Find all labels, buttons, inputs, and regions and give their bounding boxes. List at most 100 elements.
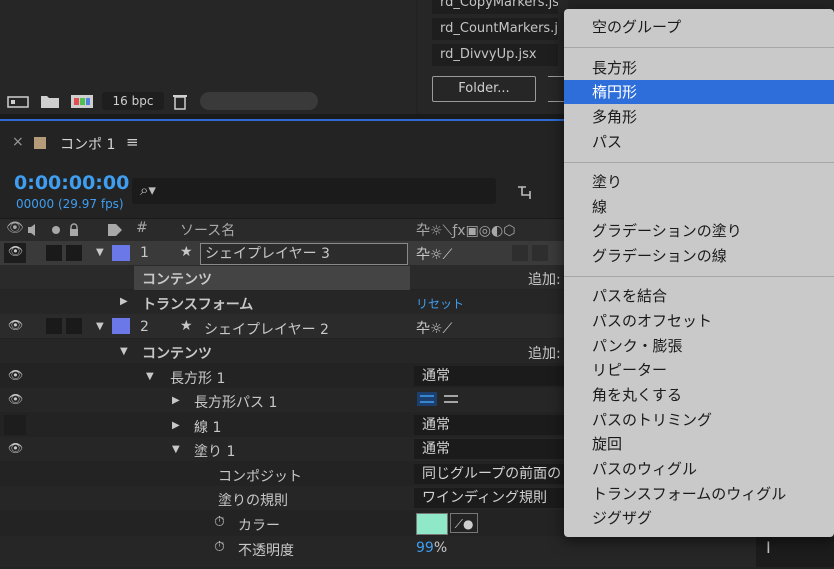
color-swatch[interactable]	[416, 513, 448, 535]
layer-name-input[interactable]: シェイプレイヤー 3	[200, 243, 408, 265]
visibility-toggle[interactable]	[4, 415, 26, 435]
switch-cell	[512, 245, 528, 261]
rectangle-path-label[interactable]: 長方形パス 1	[194, 392, 277, 412]
menu-item-gradient-fill[interactable]: グラデーションの塗り	[564, 219, 834, 243]
label-color[interactable]	[112, 245, 130, 261]
menu-item-twist[interactable]: 旋回	[564, 432, 834, 456]
menu-item-polygon[interactable]: 多角形	[564, 105, 834, 129]
menu-item-pucker-bloat[interactable]: パンク・膨張	[564, 334, 834, 358]
comp-tab-title[interactable]: コンポ 1	[60, 134, 115, 154]
bit-depth-badge[interactable]: 16 bpc	[102, 92, 164, 110]
label-icon	[108, 224, 122, 236]
collapse-arrow-icon[interactable]: ▶	[172, 395, 180, 406]
expand-arrow-icon[interactable]: ▼	[172, 444, 180, 455]
eye-icon[interactable]: 👁	[8, 368, 23, 382]
opacity-value[interactable]: 99%	[416, 540, 447, 556]
menu-item-ellipse[interactable]: 楕円形	[564, 80, 834, 104]
fill-rule-label: 塗りの規則	[218, 493, 288, 509]
opacity-number[interactable]: 99	[416, 540, 434, 556]
menu-item-round-corners[interactable]: 角を丸くする	[564, 383, 834, 407]
transform-label[interactable]: トランスフォーム	[142, 294, 253, 314]
blend-mode-dropdown[interactable]: 通常	[414, 415, 564, 435]
fill-rule-dropdown[interactable]: ワインディング規則	[414, 488, 564, 508]
solo-toggle[interactable]	[46, 318, 62, 334]
collapse-arrow-icon[interactable]: ▶	[120, 296, 128, 307]
search-icon: ⌕▾	[140, 181, 156, 199]
star-icon: ★	[180, 318, 193, 334]
menu-separator	[564, 276, 834, 277]
timecode[interactable]: 0:00:00:00	[14, 172, 129, 194]
audio-solo-lock-icons	[28, 223, 78, 236]
star-icon: ★	[180, 244, 193, 260]
blend-mode-dropdown[interactable]: 通常	[414, 439, 564, 459]
menu-item-merge-paths[interactable]: パスを結合	[564, 284, 834, 308]
menu-item-rectangle[interactable]: 長方形	[564, 56, 834, 80]
layer-name[interactable]: シェイプレイヤー 2	[204, 319, 329, 339]
script-item[interactable]: rd_DivvyUp.jsx	[432, 44, 558, 66]
new-folder-icon[interactable]	[40, 92, 60, 110]
av-switch-icons: 👁	[6, 220, 24, 236]
reset-link[interactable]: リセット	[416, 295, 464, 312]
folder-button[interactable]: Folder...	[432, 76, 536, 102]
switch-cell	[532, 245, 548, 261]
stopwatch-icon[interactable]: ⏱	[214, 539, 225, 555]
expand-arrow-icon[interactable]: ▼	[96, 247, 104, 258]
close-icon[interactable]: ×	[12, 134, 24, 150]
eye-icon[interactable]: 👁	[8, 441, 23, 455]
source-name-header[interactable]: ソース名	[180, 220, 235, 240]
layer-number-header: #	[136, 220, 148, 236]
menu-item-fill[interactable]: 塗り	[564, 170, 834, 194]
fill-label[interactable]: 塗り 1	[194, 441, 235, 461]
eyedropper-icon[interactable]: ⟋●	[450, 513, 478, 533]
layer-switches-icons[interactable]: 卆☼⟋	[416, 244, 452, 264]
opacity-unit: %	[433, 540, 448, 556]
panel-menu-icon[interactable]: ≡	[126, 133, 139, 151]
stroke-label[interactable]: 線 1	[194, 417, 221, 437]
composite-dropdown[interactable]: 同じグループの前面の	[414, 464, 564, 484]
rectangle-group-label[interactable]: 長方形 1	[170, 368, 225, 388]
expand-arrow-icon[interactable]: ▼	[96, 321, 104, 332]
comp-color-swatch	[34, 137, 46, 149]
menu-item-repeater[interactable]: リピーター	[564, 358, 834, 382]
stopwatch-icon[interactable]: ⏱	[214, 514, 225, 530]
menu-item-empty-group[interactable]: 空のグループ	[564, 15, 834, 39]
collapse-arrow-icon[interactable]: ▶	[172, 420, 180, 431]
script-item[interactable]: rd_CopyMarkers.jsx	[432, 0, 558, 14]
solo-toggle[interactable]	[46, 245, 62, 261]
lock-toggle[interactable]	[66, 318, 82, 334]
eye-icon[interactable]: 👁	[8, 392, 23, 406]
menu-item-wiggle-transform[interactable]: トランスフォームのウィグル	[564, 482, 834, 506]
contents-label[interactable]: コンテンツ	[142, 269, 212, 289]
new-comp-icon[interactable]	[70, 92, 94, 110]
add-menu-label[interactable]: 追加:	[528, 269, 561, 289]
menu-separator	[564, 47, 834, 48]
menu-item-path[interactable]: パス	[564, 130, 834, 154]
frame-rate: 00000 (29.97 fps)	[16, 197, 124, 211]
contents-label[interactable]: コンテンツ	[142, 343, 212, 363]
menu-item-zig-zag[interactable]: ジグザグ	[564, 506, 834, 530]
script-item[interactable]: rd_CountMarkers.jsx	[432, 18, 558, 40]
menu-item-trim-paths[interactable]: パスのトリミング	[564, 408, 834, 432]
menu-item-stroke[interactable]: 線	[564, 195, 834, 219]
interpret-footage-icon[interactable]	[6, 92, 30, 110]
layer-switches-icons[interactable]: 卆☼⟋	[416, 318, 452, 338]
label-color[interactable]	[112, 318, 130, 334]
eye-icon: 👁	[8, 244, 24, 258]
lock-toggle[interactable]	[66, 245, 82, 261]
menu-item-gradient-stroke[interactable]: グラデーションの線	[564, 244, 834, 268]
scrollbar[interactable]	[200, 92, 318, 110]
expand-arrow-icon[interactable]: ▼	[120, 346, 128, 357]
composite-label: コンポジット	[218, 469, 302, 485]
menu-item-wiggle-paths[interactable]: パスのウィグル	[564, 457, 834, 481]
layer-number: 1	[140, 245, 149, 261]
opacity-label: 不透明度	[238, 543, 294, 559]
expand-arrow-icon[interactable]: ▼	[146, 371, 154, 382]
blend-mode-dropdown[interactable]: 通常	[414, 366, 564, 386]
add-menu-label[interactable]: 追加:	[528, 343, 561, 363]
search-input[interactable]	[132, 178, 496, 204]
trash-icon[interactable]	[172, 92, 188, 110]
menu-item-offset-paths[interactable]: パスのオフセット	[564, 309, 834, 333]
flowchart-icon[interactable]	[516, 182, 538, 200]
path-direction-icons[interactable]	[416, 390, 464, 408]
eye-icon[interactable]: 👁	[8, 318, 23, 332]
